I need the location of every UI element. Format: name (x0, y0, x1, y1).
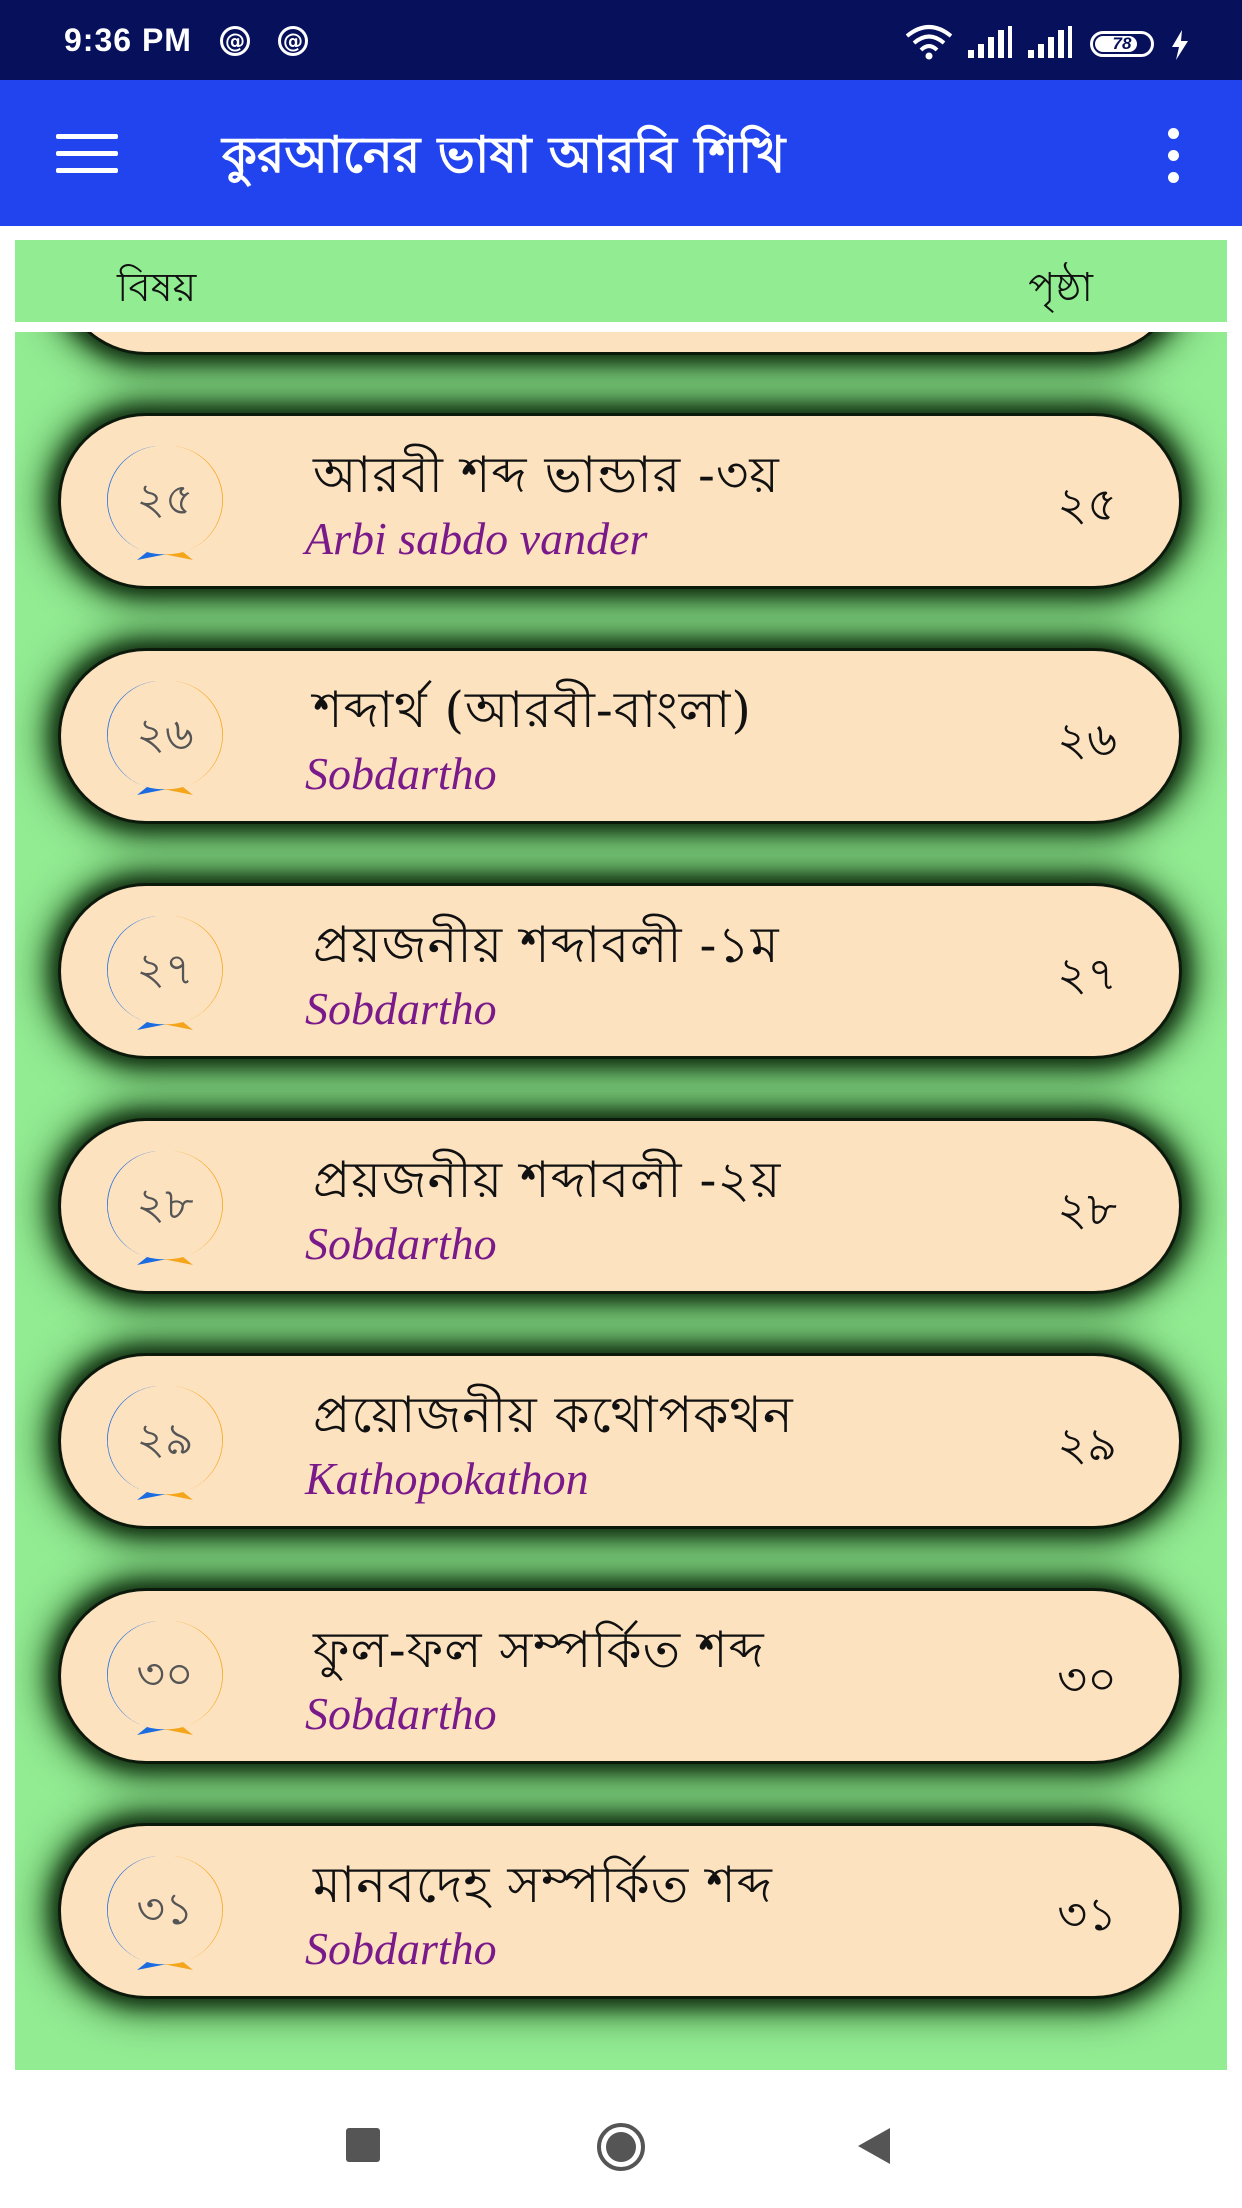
item-subtitle: Arbi sabdo vander (305, 513, 648, 564)
item-page-number: ৩০ (1057, 1652, 1117, 1706)
badge-number: ২৭ (136, 944, 194, 995)
app-bar: কুরআনের ভাষা আরবি শিখি (0, 80, 1242, 226)
number-badge-icon: ২৮ (97, 1145, 233, 1267)
wifi-icon (905, 25, 953, 60)
list-item[interactable]: ২৮ প্রয়জনীয় শব্দাবলী -২য় Sobdartho ২৮ (61, 1121, 1179, 1291)
list-item[interactable]: ২৫ আরবী শব্দ ভান্ডার -৩য় Arbi sabdo van… (61, 416, 1179, 586)
header-page-label: পৃষ্ঠা (1028, 265, 1093, 311)
number-badge-icon: ২৭ (97, 910, 233, 1032)
battery-level: 78 (1112, 34, 1132, 53)
item-subtitle: Sobdartho (305, 1218, 497, 1269)
number-badge-icon: ৩১ (97, 1850, 233, 1972)
app-title: কুরআনের ভাষা আরবি শিখি (222, 125, 786, 184)
chapter-list[interactable]: ২৫ আরবী শব্দ ভান্ডার -৩য় Arbi sabdo van… (15, 332, 1227, 2070)
battery-icon: 78 (1090, 31, 1154, 57)
item-title: প্রয়োজনীয় কথোপকথন (313, 1386, 794, 1444)
number-badge-icon: ২৬ (97, 675, 233, 797)
at-icon: @ (220, 26, 250, 56)
item-page-number: ২৯ (1057, 1417, 1117, 1471)
header-subject-label: বিষয় (117, 265, 197, 311)
more-vertical-icon[interactable] (1164, 128, 1184, 184)
back-triangle-icon[interactable] (856, 2126, 892, 2166)
list-item[interactable]: ২৬ শব্দার্থ (আরবী-বাংলা) Sobdartho ২৬ (61, 651, 1179, 821)
system-nav-bar (0, 2080, 1242, 2208)
item-page-number: ২৭ (1057, 947, 1117, 1001)
number-badge-icon: ৩০ (97, 1615, 233, 1737)
badge-number: ৩১ (136, 1884, 194, 1935)
badge-number: ২৯ (136, 1414, 194, 1465)
charging-bolt-icon (1172, 30, 1188, 60)
item-page-number: ২৬ (1057, 712, 1117, 766)
number-badge-icon: ২৫ (97, 440, 233, 562)
badge-number: ২৮ (136, 1179, 194, 1230)
recents-square-icon[interactable] (346, 2128, 380, 2162)
list-item[interactable]: ২৯ প্রয়োজনীয় কথোপকথন Kathopokathon ২৯ (61, 1356, 1179, 1526)
number-badge-icon: ২৯ (97, 1380, 233, 1502)
signal-icon (1028, 26, 1072, 58)
item-subtitle: Sobdartho (305, 1923, 497, 1974)
item-page-number: ৩১ (1057, 1887, 1117, 1941)
item-title: ফুল-ফল সম্পর্কিত শব্দ (313, 1621, 765, 1679)
item-title: মানবদেহ সম্পর্কিত শব্দ (313, 1856, 773, 1914)
item-subtitle: Kathopokathon (305, 1453, 589, 1504)
at-icon: @ (278, 26, 308, 56)
signal-icon (968, 26, 1012, 58)
home-circle-icon[interactable] (596, 2122, 646, 2172)
item-title: শব্দার্থ (আরবী-বাংলা) (313, 681, 752, 739)
status-bar: 9:36 PM @ @ 78 (0, 0, 1242, 80)
item-subtitle: Sobdartho (305, 983, 497, 1034)
item-page-number: ২৫ (1057, 477, 1117, 531)
list-item-partial[interactable] (61, 332, 1179, 352)
status-time: 9:36 PM (64, 22, 192, 58)
list-item[interactable]: ২৭ প্রয়জনীয় শব্দাবলী -১ম Sobdartho ২৭ (61, 886, 1179, 1056)
badge-number: ৩০ (136, 1649, 194, 1700)
item-subtitle: Sobdartho (305, 748, 497, 799)
item-subtitle: Sobdartho (305, 1688, 497, 1739)
item-title: প্রয়জনীয় শব্দাবলী -২য় (313, 1151, 782, 1209)
hamburger-menu-icon[interactable] (56, 134, 118, 174)
list-header: বিষয় পৃষ্ঠা (15, 240, 1227, 322)
badge-number: ২৬ (136, 709, 194, 760)
list-item[interactable]: ৩১ মানবদেহ সম্পর্কিত শব্দ Sobdartho ৩১ (61, 1826, 1179, 1996)
item-page-number: ২৮ (1057, 1182, 1117, 1236)
badge-number: ২৫ (136, 474, 194, 525)
item-title: আরবী শব্দ ভান্ডার -৩য় (313, 446, 780, 504)
list-item[interactable]: ৩০ ফুল-ফল সম্পর্কিত শব্দ Sobdartho ৩০ (61, 1591, 1179, 1761)
item-title: প্রয়জনীয় শব্দাবলী -১ম (313, 916, 780, 974)
